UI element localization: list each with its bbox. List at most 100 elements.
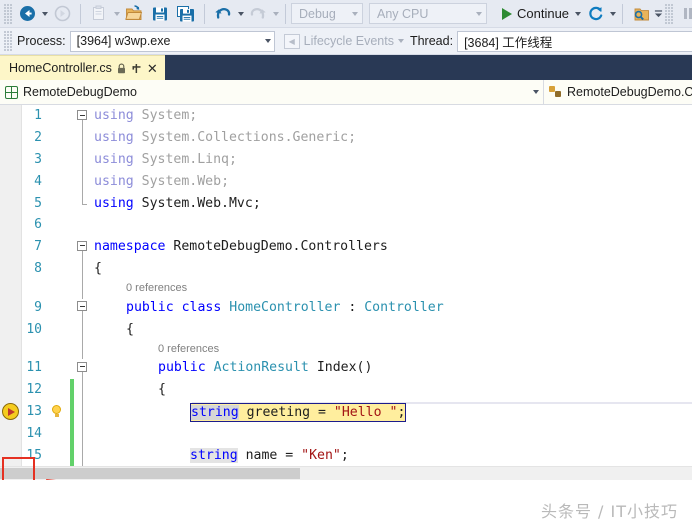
fold-margin: [74, 422, 94, 444]
code-text[interactable]: string name = "Ken";: [94, 448, 692, 463]
solution-platform-value: Any CPU: [377, 7, 428, 21]
process-combo[interactable]: [3964] w3wp.exe: [70, 31, 275, 52]
solution-platform-combo[interactable]: Any CPU: [369, 3, 487, 24]
fold-margin[interactable]: [74, 105, 94, 127]
code-token: ;: [253, 196, 261, 211]
code-token: System.Web.Mvc: [142, 196, 253, 211]
code-token: "Hello ": [334, 405, 398, 420]
current-statement-arrow-icon[interactable]: [2, 403, 19, 420]
navigate-forward-icon[interactable]: [49, 2, 75, 26]
code-line: 10{: [0, 318, 692, 340]
code-text[interactable]: [94, 217, 692, 232]
restart-dropdown[interactable]: [608, 2, 617, 26]
code-text[interactable]: using System.Web;: [94, 174, 692, 189]
code-token: System.Linq: [142, 152, 229, 167]
debug-toolbar-grip[interactable]: [4, 31, 12, 51]
navigate-back-dropdown[interactable]: [40, 2, 49, 26]
save-all-icon[interactable]: [173, 2, 199, 26]
code-token: ;: [348, 130, 356, 145]
redo-dropdown[interactable]: [271, 2, 280, 26]
attach-dropdown[interactable]: [654, 2, 663, 26]
code-text[interactable]: string greeting = "Hello ";: [94, 401, 692, 422]
continue-label: Continue: [517, 6, 569, 21]
code-token: ;: [229, 152, 237, 167]
thread-combo[interactable]: [3684] 工作线程: [457, 31, 692, 52]
code-line: 2 using System.Collections.Generic;: [0, 127, 692, 149]
annotation-highlight-box: [2, 457, 35, 480]
horizontal-scrollbar-thumb[interactable]: [0, 468, 300, 479]
undo-dropdown[interactable]: [236, 2, 245, 26]
code-text[interactable]: {: [94, 322, 692, 337]
solution-configuration-combo[interactable]: Debug: [291, 3, 363, 24]
code-text[interactable]: public ActionResult Index(): [94, 360, 692, 375]
continue-button[interactable]: Continue: [497, 2, 573, 26]
collapse-toggle-icon[interactable]: [77, 110, 87, 120]
collapse-toggle-icon[interactable]: [77, 362, 87, 372]
open-file-icon[interactable]: [121, 2, 147, 26]
restart-icon[interactable]: [582, 2, 608, 26]
code-token: {: [158, 382, 166, 397]
fold-margin[interactable]: [74, 357, 94, 379]
code-token: [134, 174, 142, 189]
fold-line: [82, 192, 83, 204]
code-text[interactable]: using System;: [94, 108, 692, 123]
toolbar-grip-2[interactable]: [665, 4, 673, 24]
code-text[interactable]: {: [94, 382, 692, 397]
collapse-toggle-icon[interactable]: [77, 241, 87, 251]
fold-line: [82, 372, 83, 379]
save-icon[interactable]: [147, 2, 173, 26]
paste-icon[interactable]: [86, 2, 112, 26]
fold-margin[interactable]: [74, 296, 94, 318]
code-text[interactable]: using System.Collections.Generic;: [94, 130, 692, 145]
redo-icon[interactable]: [245, 2, 271, 26]
fold-line: [82, 149, 83, 171]
chevron-down-icon: [533, 90, 539, 94]
lightbulb-icon[interactable]: [52, 405, 62, 418]
code-token: ActionResult: [214, 360, 309, 375]
code-token: (): [357, 360, 373, 375]
code-token: Index: [317, 360, 357, 375]
navigate-back-icon[interactable]: [14, 2, 40, 26]
continue-dropdown[interactable]: [573, 2, 582, 26]
code-token: string: [190, 448, 238, 463]
code-line: 6: [0, 214, 692, 236]
line-number: 4: [0, 174, 49, 189]
thread-value: [3684] 工作线程: [464, 32, 552, 51]
pin-icon[interactable]: [131, 63, 142, 74]
collapse-toggle-icon[interactable]: [77, 301, 87, 311]
code-line: 5using System.Web.Mvc;: [0, 192, 692, 214]
close-icon[interactable]: ✕: [147, 62, 158, 75]
code-editor[interactable]: 1using System;2using System.Collections.…: [0, 105, 692, 480]
paste-dropdown[interactable]: [112, 2, 121, 26]
code-text[interactable]: public class HomeController : Controller: [94, 300, 692, 315]
lifecycle-events-combo[interactable]: ◀ Lifecycle Events: [281, 34, 407, 49]
code-token: ;: [221, 174, 229, 189]
navbar-project-dropdown[interactable]: RemoteDebugDemo: [0, 80, 529, 104]
chevron-down-icon: [265, 39, 271, 43]
attach-to-process-icon[interactable]: [628, 2, 654, 26]
code-token: name =: [238, 448, 302, 463]
tab-home-controller[interactable]: HomeController.cs ✕: [0, 55, 165, 80]
code-text[interactable]: [94, 426, 692, 441]
navbar-project-chevron[interactable]: [529, 80, 543, 104]
horizontal-scrollbar[interactable]: [0, 466, 692, 480]
navbar-type-dropdown[interactable]: RemoteDebugDemo.Co: [544, 80, 692, 104]
fold-margin: [74, 192, 94, 214]
codelens-references[interactable]: 0 references: [158, 343, 219, 355]
codelens-references[interactable]: 0 references: [126, 282, 187, 294]
fold-margin[interactable]: [74, 236, 94, 258]
code-token: namespace: [94, 239, 165, 254]
lock-icon[interactable]: [117, 63, 126, 74]
watermark: 头条号 / IT小技巧: [541, 498, 678, 522]
code-text[interactable]: {: [94, 261, 692, 276]
fold-margin: [74, 444, 94, 466]
line-number: 2: [0, 130, 49, 145]
code-text[interactable]: using System.Web.Mvc;: [94, 196, 692, 211]
code-text[interactable]: using System.Linq;: [94, 152, 692, 167]
code-token: ;: [189, 108, 197, 123]
fold-line: [82, 401, 83, 423]
fold-margin: [74, 170, 94, 192]
undo-icon[interactable]: [210, 2, 236, 26]
code-text[interactable]: namespace RemoteDebugDemo.Controllers: [94, 239, 692, 254]
toolbar-grip[interactable]: [4, 4, 12, 24]
